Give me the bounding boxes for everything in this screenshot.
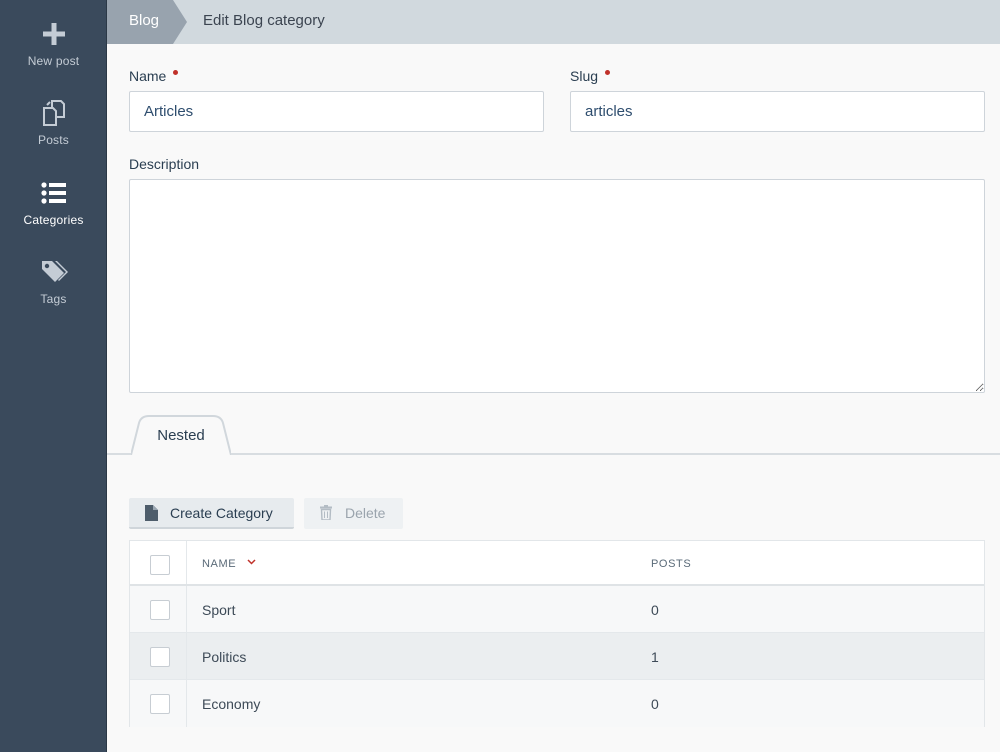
header-check-cell: [130, 541, 187, 584]
sidebar-item-new-post[interactable]: New post: [0, 20, 107, 68]
required-indicator: [173, 70, 179, 75]
row-posts: 1: [651, 649, 659, 665]
delete-button[interactable]: Delete: [304, 498, 403, 529]
sidebar-item-label: Posts: [37, 133, 69, 147]
row-posts: 0: [651, 602, 659, 618]
table-header: NAME POSTS: [130, 541, 984, 586]
slug-label-text: Slug: [570, 68, 599, 84]
breadcrumb-root-link[interactable]: Blog: [107, 0, 173, 44]
slug-label: Slug: [570, 68, 611, 84]
row-name: Politics: [202, 649, 247, 665]
breadcrumb-arrow: [173, 0, 187, 44]
categories-table: NAME POSTS Sport 0 Politics 1 Economy 0: [129, 540, 985, 727]
row-check-cell: [130, 680, 187, 727]
row-name: Sport: [202, 602, 236, 618]
row-check-cell: [130, 633, 187, 679]
row-posts: 0: [651, 696, 659, 712]
posts-icon: [42, 100, 65, 126]
select-all-checkbox[interactable]: [150, 555, 170, 575]
name-input[interactable]: [129, 91, 544, 132]
tab-divider: [107, 453, 1000, 455]
breadcrumb-current: Edit Blog category: [203, 12, 325, 29]
tab-nested[interactable]: Nested: [131, 415, 231, 455]
required-indicator: [605, 70, 611, 75]
description-label: Description: [129, 156, 200, 172]
chevron-down-icon[interactable]: [247, 559, 256, 565]
description-textarea[interactable]: [129, 179, 985, 393]
plus-icon: [42, 23, 65, 45]
row-checkbox[interactable]: [150, 694, 170, 714]
name-label: Name: [129, 68, 179, 84]
list-icon: [40, 182, 66, 204]
sidebar: New post Posts Categories Tags: [0, 0, 107, 752]
row-checkbox[interactable]: [150, 647, 170, 667]
column-header-name[interactable]: NAME: [202, 558, 236, 570]
tags-icon: [41, 261, 68, 282]
sidebar-item-label: New post: [27, 54, 80, 68]
table-row[interactable]: Sport 0: [130, 586, 984, 633]
row-checkbox[interactable]: [150, 600, 170, 620]
sidebar-item-label: Categories: [23, 213, 84, 227]
breadcrumb: Blog Edit Blog category: [107, 0, 1000, 44]
document-icon: [145, 505, 158, 521]
sidebar-item-tags[interactable]: Tags: [0, 258, 107, 306]
name-label-text: Name: [129, 68, 167, 84]
create-category-button[interactable]: Create Category: [129, 498, 294, 529]
delete-label: Delete: [345, 505, 386, 521]
row-name: Economy: [202, 696, 261, 712]
create-category-label: Create Category: [170, 505, 273, 521]
sidebar-item-label: Tags: [40, 292, 67, 306]
trash-icon: [320, 505, 332, 520]
row-check-cell: [130, 586, 187, 632]
table-row[interactable]: Economy 0: [130, 680, 984, 727]
column-header-posts[interactable]: POSTS: [651, 558, 691, 570]
slug-input[interactable]: [570, 91, 985, 132]
table-row[interactable]: Politics 1: [130, 633, 984, 680]
sidebar-item-posts[interactable]: Posts: [0, 99, 107, 147]
tab-label: Nested: [157, 427, 205, 444]
sidebar-item-categories[interactable]: Categories: [0, 179, 107, 227]
